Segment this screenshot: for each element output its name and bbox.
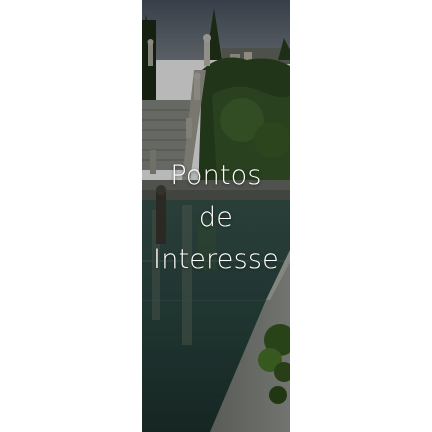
points-of-interest-tile[interactable]: Pontos de Interesse (142, 0, 290, 432)
caption-line-2: de (198, 202, 234, 233)
caption-line-1: Pontos (170, 160, 262, 191)
tile-caption: Pontos de Interesse (142, 155, 290, 281)
caption-line-3: Interesse (153, 244, 279, 275)
page: Pontos de Interesse (0, 0, 432, 432)
